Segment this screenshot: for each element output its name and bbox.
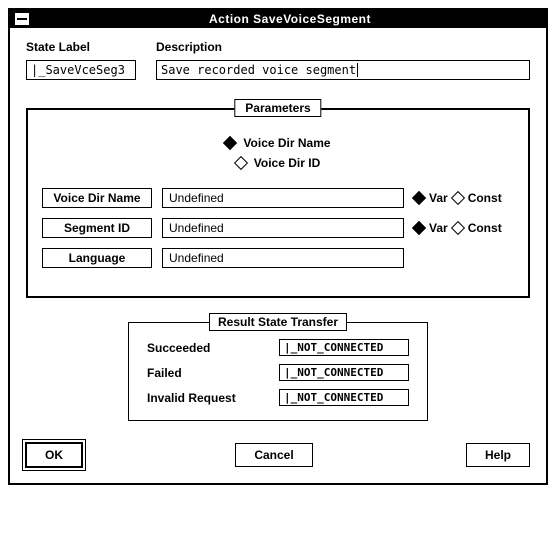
text-caret-icon [357,63,358,77]
param-value-voice-dir-name[interactable]: Undefined [162,188,404,208]
result-row-invalid: Invalid Request |_NOT_CONNECTED [147,389,409,406]
result-field-failed[interactable]: |_NOT_CONNECTED [279,364,409,381]
result-value: |_NOT_CONNECTED [284,366,383,379]
help-button[interactable]: Help [466,443,530,467]
result-value: |_NOT_CONNECTED [284,341,383,354]
state-label-value: |_SaveVceSeg3 [31,63,125,77]
param-label-voice-dir-name[interactable]: Voice Dir Name [42,188,152,208]
param-label-segment-id[interactable]: Segment ID [42,218,152,238]
cancel-button[interactable]: Cancel [235,443,312,467]
result-state-transfer-group: Result State Transfer Succeeded |_NOT_CO… [128,322,428,421]
result-label-succeeded: Succeeded [147,341,210,355]
result-field-invalid[interactable]: |_NOT_CONNECTED [279,389,409,406]
result-row-failed: Failed |_NOT_CONNECTED [147,364,409,381]
param-text: Undefined [169,251,224,265]
state-label-header: State Label [26,40,136,54]
result-value: |_NOT_CONNECTED [284,391,383,404]
param-value-language[interactable]: Undefined [162,248,404,268]
param-label-language[interactable]: Language [42,248,152,268]
description-header: Description [156,40,530,54]
diamond-empty-icon [234,156,248,170]
param-text: Undefined [169,191,224,205]
parameters-title: Parameters [234,99,321,117]
parameters-group: Parameters Voice Dir Name Voice Dir ID V… [26,108,530,298]
radio-voice-dir-name-label: Voice Dir Name [243,136,330,150]
dialog-content: State Label |_SaveVceSeg3 Description Sa… [10,28,546,483]
dialog-window: Action SaveVoiceSegment State Label |_Sa… [8,8,548,485]
description-input[interactable]: Save recorded voice segment [156,60,530,80]
param-row-language: Language Undefined [42,248,514,268]
diamond-filled-icon[interactable] [412,191,426,205]
button-row: OK Cancel Help [26,443,530,467]
state-label-input[interactable]: |_SaveVceSeg3 [26,60,136,80]
radio-voice-dir-name[interactable]: Voice Dir Name [225,136,330,150]
result-label-failed: Failed [147,366,182,380]
const-label: Const [468,221,502,235]
window-title: Action SaveVoiceSegment [38,12,542,26]
varconst-voice-dir-name: Var Const [414,191,514,205]
result-field-succeeded[interactable]: |_NOT_CONNECTED [279,339,409,356]
window-menu-icon[interactable] [14,12,30,26]
var-label: Var [429,221,448,235]
diamond-filled-icon[interactable] [412,221,426,235]
radio-voice-dir-id-label: Voice Dir ID [254,156,320,170]
diamond-filled-icon [223,136,237,150]
diamond-empty-icon[interactable] [451,221,465,235]
param-value-segment-id[interactable]: Undefined [162,218,404,238]
header-row: State Label |_SaveVceSeg3 Description Sa… [26,40,530,80]
voice-dir-mode-radios: Voice Dir Name Voice Dir ID [42,136,514,170]
param-text: Undefined [169,221,224,235]
radio-voice-dir-id[interactable]: Voice Dir ID [236,156,320,170]
param-row-voice-dir-name: Voice Dir Name Undefined Var Const [42,188,514,208]
titlebar: Action SaveVoiceSegment [10,10,546,28]
description-value: Save recorded voice segment [161,63,356,77]
ok-button[interactable]: OK [26,443,82,467]
const-label: Const [468,191,502,205]
param-row-segment-id: Segment ID Undefined Var Const [42,218,514,238]
result-label-invalid: Invalid Request [147,391,236,405]
varconst-segment-id: Var Const [414,221,514,235]
diamond-empty-icon[interactable] [451,191,465,205]
result-row-succeeded: Succeeded |_NOT_CONNECTED [147,339,409,356]
var-label: Var [429,191,448,205]
result-title: Result State Transfer [209,313,347,331]
